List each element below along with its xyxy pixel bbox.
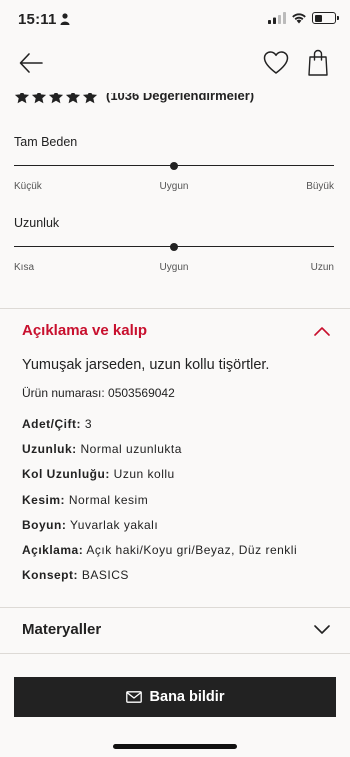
home-indicator[interactable] (113, 744, 237, 749)
materials-title: Materyaller (22, 621, 102, 638)
star-rating (14, 93, 98, 105)
fit-size-label-large: Büyük (306, 181, 334, 192)
attribute-key: Kol Uzunluğu (22, 467, 106, 482)
fit-size-title: Tam Beden (14, 135, 78, 149)
chevron-up-icon[interactable] (314, 326, 330, 336)
section-divider (0, 607, 350, 608)
attribute-list: Adet/Çift: 3 Uzunluk: Normal uzunlukta K… (22, 417, 342, 593)
back-arrow-icon[interactable] (18, 50, 44, 76)
battery-level (314, 14, 323, 22)
status-time: 15:11 (18, 11, 57, 28)
wifi-icon (292, 13, 306, 24)
attribute-value: Normal uzunlukta (80, 442, 182, 457)
attribute-row: Boyun: Yuvarlak yakalı (22, 517, 159, 532)
notify-me-label: Bana bildir (149, 689, 225, 705)
status-indicators (268, 12, 339, 24)
attribute-key: Adet/Çift (22, 417, 77, 431)
notify-me-button[interactable]: Bana bildir (14, 677, 336, 717)
star-icon (48, 93, 64, 104)
fit-length-title: Uzunluk (14, 216, 60, 230)
fit-length-track (14, 240, 334, 254)
fit-length-labels: Kısa Uygun Uzun (14, 262, 334, 276)
fit-length-label-long: Uzun (310, 262, 334, 273)
fit-size-labels: Küçük Uygun Büyük (14, 181, 334, 195)
chevron-down-icon[interactable] (314, 624, 330, 635)
star-icon (31, 93, 47, 104)
fit-length-marker (170, 242, 178, 251)
heart-icon[interactable] (263, 50, 289, 76)
attribute-value: Yuvarlak yakalı (69, 517, 159, 532)
attribute-value: Açık haki/Koyu gri/Beyaz, Düz renkli (86, 542, 298, 557)
status-bar: 15:11 (0, 0, 350, 40)
fit-length-label-fit: Uygun (159, 262, 189, 273)
attribute-value: Normal kesim (68, 492, 149, 507)
attribute-key: Konsept (22, 568, 74, 583)
battery-icon (312, 12, 339, 24)
attribute-key: Uzunluk (22, 442, 73, 457)
attribute-value: BASICS (81, 568, 129, 583)
attribute-row: Uzunluk: Normal uzunlukta (22, 442, 182, 457)
attribute-value: Uzun kollu (113, 467, 175, 482)
materials-accordion-header[interactable]: Materyaller (22, 621, 330, 638)
description-title: Açıklama ve kalıp (22, 322, 148, 339)
fit-size-scale: Tam Beden Küçük Uygun Büyük (14, 135, 334, 195)
fit-length-scale: Uzunluk Kısa Uygun Uzun (14, 216, 334, 276)
attribute-row: Adet/Çift: 3 (22, 417, 93, 431)
fit-length-label-short: Kısa (14, 262, 35, 273)
fit-size-track (14, 159, 334, 173)
attribute-key: Boyun (22, 517, 62, 532)
star-icon (65, 93, 81, 104)
star-icon (82, 93, 98, 104)
description-accordion-header[interactable]: Açıklama ve kalıp (22, 322, 330, 339)
attribute-row: Açıklama: Açık haki/Koyu gri/Beyaz, Düz … (22, 542, 298, 557)
fit-size-marker (170, 161, 178, 170)
attribute-key: Kesim (22, 492, 61, 507)
description-lead: Yumuşak jarseden, uzun kollu tişörtler. (22, 357, 270, 373)
fit-size-label-fit: Uygun (159, 181, 189, 192)
shopping-bag-icon[interactable] (307, 48, 329, 76)
section-divider (0, 308, 350, 309)
attribute-row: Kol Uzunluğu: Uzun kollu (22, 467, 175, 482)
mail-icon (125, 691, 142, 703)
fit-size-label-small: Küçük (14, 181, 42, 192)
section-divider (0, 653, 350, 654)
attribute-key: Açıklama (22, 542, 79, 557)
rating-row[interactable]: (1036 Değerlendirmeler) (14, 93, 254, 113)
article-number: Ürün numarası: 0503569042 (22, 386, 175, 400)
attribute-value: 3 (84, 417, 93, 431)
nav-bar (0, 40, 350, 86)
attribute-row: Kesim: Normal kesim (22, 492, 149, 507)
star-icon (14, 93, 30, 104)
attribute-row: Konsept: BASICS (22, 568, 129, 583)
review-count: (1036 Değerlendirmeler) (106, 93, 255, 103)
person-icon (60, 13, 70, 25)
cellular-signal-icon (268, 12, 286, 24)
